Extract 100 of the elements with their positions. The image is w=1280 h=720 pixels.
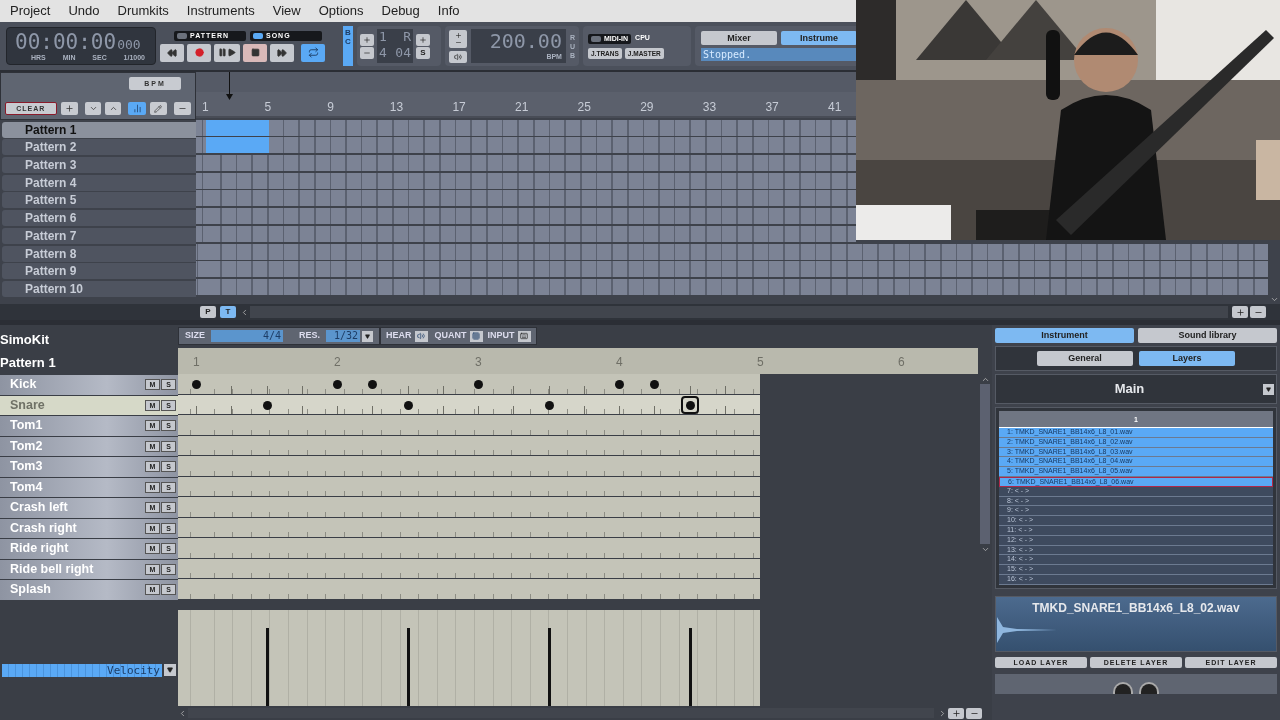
menu-item[interactable]: Options	[318, 1, 364, 21]
hear-label: HEAR	[386, 329, 412, 343]
menu-item[interactable]: Info	[437, 1, 460, 21]
note-row[interactable]	[178, 476, 760, 496]
strip-letter: B	[345, 28, 351, 37]
pattern-cell[interactable]	[206, 137, 222, 154]
move-down-button[interactable]	[84, 102, 102, 115]
remove-button[interactable]	[173, 102, 191, 115]
s-button[interactable]: S	[416, 46, 430, 59]
panel-tab[interactable]: Instrument	[995, 328, 1134, 343]
view-tab[interactable]: Mixer	[701, 31, 777, 45]
pattern-item[interactable]: Pattern 10	[2, 280, 196, 297]
grid-icon	[472, 332, 481, 340]
rewind-icon	[167, 47, 177, 58]
instrument-name: Ride right	[10, 540, 69, 558]
plus-icon	[951, 708, 961, 718]
zoom-out-button[interactable]	[966, 707, 982, 719]
menu-item[interactable]: View	[272, 1, 301, 21]
zoom-in-button[interactable]	[1232, 306, 1248, 318]
pattern-name: Pattern 1	[0, 354, 57, 372]
record-button[interactable]	[187, 43, 211, 62]
instrument-name: Snare	[10, 396, 45, 414]
milliseconds-readout: 000	[117, 36, 141, 54]
strip-letter: C	[345, 37, 351, 46]
note-row[interactable]	[178, 517, 760, 537]
playhead-marker	[226, 72, 233, 100]
keyboard-icon	[520, 332, 529, 340]
menu-item[interactable]: Debug	[381, 1, 420, 21]
zoom-in-button[interactable]	[948, 707, 964, 719]
dropdown-button[interactable]	[1263, 383, 1274, 395]
beat-number: 5	[757, 354, 764, 371]
ruler-number: 29	[640, 99, 654, 116]
pattern-item[interactable]: Pattern 2	[2, 139, 196, 156]
pattern-item[interactable]: Pattern 5	[2, 192, 196, 209]
rewind-button[interactable]	[160, 43, 184, 62]
hear-toggle[interactable]	[414, 330, 428, 342]
menu-item[interactable]: Project	[10, 1, 51, 21]
dropdown-button[interactable]	[164, 664, 176, 677]
view-tab[interactable]: Instrume	[781, 31, 857, 45]
down-triangle-icon	[167, 667, 173, 674]
decrement-button[interactable]	[360, 46, 374, 59]
menu-item[interactable]: Drumkits	[117, 1, 169, 21]
speaker-icon	[417, 332, 426, 340]
view-toggle[interactable]: T	[220, 306, 236, 318]
input-toggle[interactable]	[517, 330, 531, 342]
vertical-scrollbar[interactable]	[980, 384, 990, 544]
beat-number: 4	[616, 354, 623, 371]
metronome-button[interactable]	[449, 50, 467, 63]
increment-button[interactable]	[416, 33, 430, 46]
velocity-lane[interactable]	[178, 609, 760, 706]
increment-button[interactable]	[360, 33, 374, 46]
ruler-number: 41	[828, 99, 842, 116]
knob-icon[interactable]	[1139, 681, 1159, 694]
stop-button[interactable]	[243, 43, 267, 62]
subtab[interactable]: General	[1037, 351, 1133, 366]
select-tool-button[interactable]	[128, 102, 146, 115]
drumkit-name: SimoKit	[0, 331, 51, 349]
velocity-bar[interactable]	[265, 627, 269, 706]
add-pattern-button[interactable]	[60, 102, 78, 115]
quantize-label: QUANT	[434, 329, 467, 343]
fast-forward-icon	[277, 47, 287, 58]
loop-button[interactable]	[301, 43, 325, 62]
pause-icon	[218, 48, 227, 57]
pattern-item[interactable]: Pattern 7	[2, 227, 196, 244]
chevron-left-icon	[178, 708, 187, 718]
view-toggle[interactable]: P	[200, 306, 216, 318]
pattern-item[interactable]: Pattern 3	[2, 157, 196, 174]
note-row[interactable]	[178, 435, 760, 455]
zoom-out-button[interactable]	[1250, 306, 1266, 318]
bpm-stepper[interactable]	[449, 29, 467, 48]
pattern-item[interactable]: Pattern 9	[2, 263, 196, 280]
dropdown-button[interactable]	[362, 330, 374, 342]
draw-tool-button[interactable]	[149, 102, 167, 115]
note-row[interactable]	[178, 394, 760, 414]
play-pause-button[interactable]	[214, 43, 240, 62]
velocity-bar[interactable]	[688, 627, 692, 706]
velocity-bar[interactable]	[406, 627, 410, 706]
time-readout: 00:00:00	[15, 30, 117, 54]
pattern-item[interactable]: Pattern 8	[2, 245, 196, 262]
pattern-item[interactable]: Pattern 1	[2, 121, 196, 138]
pattern-item[interactable]: Pattern 4	[2, 174, 196, 191]
stop-icon	[250, 48, 260, 57]
pencil-icon	[154, 104, 163, 113]
knob-icon[interactable]	[1113, 681, 1133, 694]
down-triangle-icon	[365, 333, 371, 339]
note-row[interactable]	[178, 558, 760, 578]
subtab[interactable]: Layers	[1139, 351, 1235, 366]
quantize-toggle[interactable]	[469, 330, 483, 342]
fast-forward-button[interactable]	[270, 43, 294, 62]
resolution-field[interactable]: 1/32	[326, 330, 361, 342]
menu-item[interactable]: Undo	[68, 1, 100, 21]
move-up-button[interactable]	[105, 102, 122, 115]
lane-selector[interactable]: Velocity	[2, 663, 162, 677]
pattern-item[interactable]: Pattern 6	[2, 210, 196, 227]
velocity-bar[interactable]	[547, 627, 551, 706]
note-row[interactable]	[178, 374, 760, 394]
counter-value: R	[403, 29, 411, 45]
panel-tab[interactable]: Sound library	[1138, 328, 1277, 343]
pattern-cell[interactable]	[206, 119, 222, 136]
menu-item[interactable]: Instruments	[186, 1, 255, 21]
